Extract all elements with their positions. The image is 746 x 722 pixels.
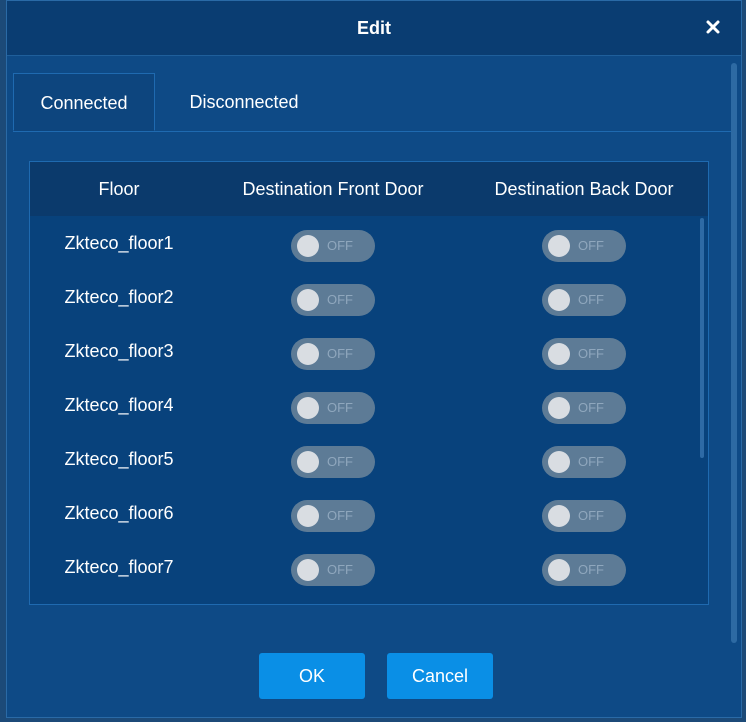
toggle-state-label: OFF [327,454,353,469]
front-door-toggle[interactable]: OFF [291,500,375,532]
cancel-button[interactable]: Cancel [387,653,493,699]
column-header-floor: Floor [98,179,140,199]
toggle-knob [548,343,570,365]
front-door-toggle[interactable]: OFF [291,554,375,586]
front-door-toggle[interactable]: OFF [291,446,375,478]
table-row: Zkteco_floor7 OFF OFF [30,540,694,594]
tab-disconnected[interactable]: Disconnected [163,73,325,131]
toggle-state-label: OFF [327,292,353,307]
front-door-toggle[interactable]: OFF [291,230,375,262]
floor-name: Zkteco_floor4 [64,395,174,415]
toggle-knob [297,235,319,257]
toggle-state-label: OFF [327,238,353,253]
toggle-state-label: OFF [327,562,353,577]
toggle-knob [297,559,319,581]
table-scrollbar[interactable] [700,218,704,458]
toggle-knob [297,289,319,311]
back-door-toggle[interactable]: OFF [542,284,626,316]
back-door-toggle[interactable]: OFF [542,500,626,532]
table-body: Zkteco_floor1 OFF OFF Zkteco_floor2 OFF OFF Zk… [30,216,708,604]
toggle-state-label: OFF [578,346,604,361]
table-header: Floor Destination Front Door Destination… [30,162,708,216]
back-door-toggle[interactable]: OFF [542,392,626,424]
floor-name: Zkteco_floor1 [64,233,174,253]
tab-bar: Connected Disconnected [13,73,731,132]
toggle-knob [297,505,319,527]
back-door-toggle[interactable]: OFF [542,446,626,478]
table-row: Zkteco_floor5 OFF OFF [30,432,694,486]
toggle-knob [548,505,570,527]
column-header-back-door: Destination Back Door [494,179,674,199]
table-row: Zkteco_floor4 OFF OFF [30,378,694,432]
toggle-knob [297,451,319,473]
back-door-toggle[interactable]: OFF [542,338,626,370]
toggle-state-label: OFF [578,454,604,469]
toggle-knob [548,289,570,311]
floor-name: Zkteco_floor6 [64,503,174,523]
floor-name: Zkteco_floor7 [64,557,174,577]
column-header-front-door: Destination Front Door [242,179,424,199]
toggle-knob [297,397,319,419]
toggle-knob [548,235,570,257]
toggle-state-label: OFF [327,346,353,361]
toggle-state-label: OFF [578,562,604,577]
toggle-knob [548,451,570,473]
toggle-state-label: OFF [578,508,604,523]
toggle-state-label: OFF [578,400,604,415]
close-icon[interactable] [703,17,723,37]
front-door-toggle[interactable]: OFF [291,284,375,316]
toggle-state-label: OFF [327,400,353,415]
floor-name: Zkteco_floor5 [64,449,174,469]
dialog-title: Edit [357,18,391,38]
dialog-scrollbar[interactable] [731,63,737,643]
table-row: Zkteco_floor3 OFF OFF [30,324,694,378]
toggle-knob [548,397,570,419]
floor-name: Zkteco_floor3 [64,341,174,361]
edit-dialog: Edit Connected Disconnected Floor Destin… [6,0,742,718]
toggle-state-label: OFF [578,238,604,253]
table-row: Zkteco_floor2 OFF OFF [30,270,694,324]
back-door-toggle[interactable]: OFF [542,230,626,262]
toggle-knob [297,343,319,365]
back-door-toggle[interactable]: OFF [542,554,626,586]
table-row: Zkteco_floor1 OFF OFF [30,216,694,270]
table-row: Zkteco_floor6 OFF OFF [30,486,694,540]
toggle-knob [548,559,570,581]
ok-button[interactable]: OK [259,653,365,699]
floor-name: Zkteco_floor2 [64,287,174,307]
tab-connected[interactable]: Connected [13,73,155,131]
toggle-state-label: OFF [578,292,604,307]
front-door-toggle[interactable]: OFF [291,338,375,370]
floor-table: Floor Destination Front Door Destination… [29,161,709,605]
dialog-titlebar: Edit [7,1,741,56]
front-door-toggle[interactable]: OFF [291,392,375,424]
toggle-state-label: OFF [327,508,353,523]
